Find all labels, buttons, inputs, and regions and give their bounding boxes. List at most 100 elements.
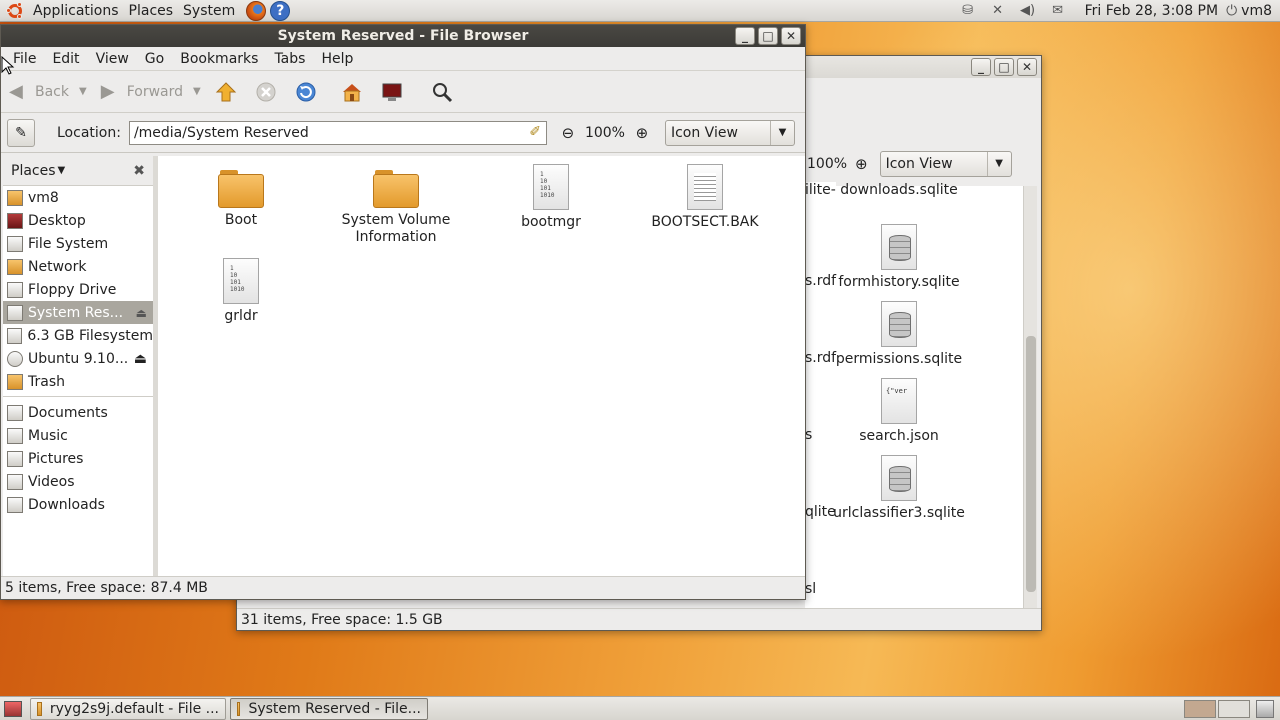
folder-icon: [237, 701, 241, 716]
zoom-level[interactable]: 100%: [585, 125, 625, 141]
sidebar-item-filesystem-6gb[interactable]: 6.3 GB Filesystem: [3, 324, 153, 347]
menu-view[interactable]: View: [88, 51, 137, 67]
scrollbar-thumb[interactable]: [1026, 336, 1036, 592]
places-sidebar: Places ▼ ✖ vm8 Desktop File System Netwo…: [3, 156, 153, 576]
stop-button[interactable]: [255, 81, 281, 103]
status-text: 5 items, Free space: 87.4 MB: [5, 580, 208, 596]
chevron-down-icon[interactable]: ▼: [58, 165, 66, 176]
sidebar-item-label: Desktop: [28, 212, 86, 229]
sidebar-item-videos[interactable]: Videos: [3, 470, 153, 493]
taskbar-item-active[interactable]: System Reserved - File...: [230, 697, 428, 720]
sidebar-item-documents[interactable]: Documents: [3, 401, 153, 424]
sidebar-item-desktop[interactable]: Desktop: [3, 209, 153, 232]
file-item-bootmgr[interactable]: 1 10 101 1010 bootmgr: [476, 164, 626, 231]
zoom-out-icon[interactable]: ⊖: [557, 122, 579, 144]
bottom-panel: ryyg2s9j.default - File ... System Reser…: [0, 696, 1280, 720]
minimize-button[interactable]: _: [971, 58, 991, 76]
search-button[interactable]: [431, 81, 457, 103]
firefox-launcher-icon[interactable]: [246, 0, 267, 21]
menu-help[interactable]: Help: [313, 51, 361, 67]
user-menu[interactable]: vm8: [1237, 3, 1280, 19]
ubuntu-logo-icon[interactable]: [6, 1, 24, 20]
downloads-folder-icon: [7, 496, 23, 513]
chevron-down-icon[interactable]: ▼: [193, 86, 201, 97]
background-scrollbar[interactable]: [1023, 186, 1037, 608]
file-item-system-volume-information[interactable]: System Volume Information: [321, 170, 471, 246]
workspace-2[interactable]: [1218, 699, 1250, 718]
background-zoom-controls: 100% ⊕ Icon View ▼: [807, 151, 1012, 177]
system-menu[interactable]: System: [178, 0, 240, 22]
minimize-button[interactable]: _: [735, 27, 755, 45]
location-input[interactable]: /media/System Reserved ✐: [128, 120, 547, 145]
background-file-view[interactable]: downloads.sqlite formhistory.sqlite perm…: [805, 182, 1025, 608]
pencil-icon[interactable]: ✎: [7, 118, 35, 147]
background-view-select[interactable]: Icon View ▼: [879, 151, 1012, 177]
places-menu[interactable]: Places: [124, 0, 179, 22]
file-label: Boot: [224, 212, 258, 228]
menu-tabs[interactable]: Tabs: [266, 51, 313, 67]
places-selector[interactable]: Places: [11, 163, 56, 179]
sidebar-item-system-reserved[interactable]: System Res... ⏏: [3, 301, 153, 324]
file-item[interactable]: {"ver search.json: [799, 378, 999, 445]
file-item-boot[interactable]: Boot: [166, 170, 316, 229]
file-browser-window[interactable]: System Reserved - File Browser _ □ ✕ Fil…: [0, 24, 806, 600]
clear-broom-icon[interactable]: ✐: [529, 123, 541, 141]
chevron-down-icon[interactable]: ▼: [79, 86, 87, 97]
sidebar-item-network[interactable]: Network: [3, 255, 153, 278]
file-item-grldr[interactable]: 1 10 101 1010 grldr: [166, 258, 316, 325]
forward-button[interactable]: ▶ Forward ▼: [101, 81, 201, 103]
menu-go[interactable]: Go: [137, 51, 172, 67]
text-file-icon: [687, 164, 723, 210]
eject-icon[interactable]: ⏏: [134, 351, 147, 367]
reload-button[interactable]: [295, 81, 321, 103]
close-button[interactable]: ✕: [1017, 58, 1037, 76]
binary-file-icon: 1 10 101 1010: [223, 258, 259, 304]
background-zoom-in-icon[interactable]: ⊕: [855, 155, 868, 173]
sidebar-item-pictures[interactable]: Pictures: [3, 447, 153, 470]
trash-applet-icon[interactable]: [1256, 699, 1274, 718]
background-status-bar: 31 items, Free space: 1.5 GB: [237, 608, 1041, 630]
back-button[interactable]: ◀ Back ▼: [9, 81, 87, 103]
sidebar-item-music[interactable]: Music: [3, 424, 153, 447]
close-button[interactable]: ✕: [781, 27, 801, 45]
sidebar-item-label: 6.3 GB Filesystem: [27, 327, 153, 344]
videos-folder-icon: [7, 473, 23, 490]
show-desktop-icon[interactable]: [4, 700, 22, 717]
help-launcher-icon[interactable]: ?: [270, 0, 291, 21]
applications-menu[interactable]: Applications: [28, 0, 124, 22]
menu-edit[interactable]: Edit: [44, 51, 87, 67]
sidebar-item-trash[interactable]: Trash: [3, 370, 153, 393]
network-manager-icon[interactable]: ⛁: [959, 3, 977, 19]
maximize-button[interactable]: □: [758, 27, 778, 45]
system-tray: ⛁ ✕ ◀) ✉ Fri Feb 28, 3:08 PM ⏻ vm8: [953, 0, 1280, 22]
up-button[interactable]: [215, 81, 241, 103]
maximize-button[interactable]: □: [994, 58, 1014, 76]
workspace-1[interactable]: [1184, 699, 1216, 718]
file-view[interactable]: Boot System Volume Information 1 10 101 …: [158, 156, 805, 576]
floppy-icon: [7, 281, 23, 298]
sidebar-item-vm8[interactable]: vm8: [3, 186, 153, 209]
home-button[interactable]: [341, 81, 367, 103]
eject-icon[interactable]: ⏏: [136, 306, 147, 320]
mail-icon[interactable]: ✉: [1049, 3, 1067, 19]
close-sidebar-icon[interactable]: ✖: [133, 163, 145, 179]
sidebar-item-file-system[interactable]: File System: [3, 232, 153, 255]
sidebar-item-label: Documents: [28, 404, 108, 421]
power-icon[interactable]: ⏻: [1226, 3, 1237, 19]
sidebar-item-label: Network: [28, 258, 87, 275]
computer-button[interactable]: [381, 81, 407, 103]
file-item-bootsect[interactable]: BOOTSECT.BAK: [630, 164, 780, 231]
sidebar-item-label: vm8: [28, 189, 59, 206]
view-select[interactable]: Icon View ▼: [664, 119, 795, 146]
volume-icon[interactable]: ◀): [1019, 3, 1037, 19]
sidebar-item-floppy[interactable]: Floppy Drive: [3, 278, 153, 301]
bluetooth-disabled-icon[interactable]: ✕: [989, 3, 1007, 19]
sidebar-item-ubuntu-cd[interactable]: Ubuntu 9.10... ⏏: [3, 347, 153, 370]
sidebar-item-downloads[interactable]: Downloads: [3, 493, 153, 516]
zoom-in-icon[interactable]: ⊕: [631, 122, 653, 144]
window-titlebar[interactable]: System Reserved - File Browser _ □ ✕: [1, 25, 805, 47]
menu-bookmarks[interactable]: Bookmarks: [172, 51, 266, 67]
clock[interactable]: Fri Feb 28, 3:08 PM: [1073, 3, 1227, 19]
partial-file-label: s: [805, 427, 813, 443]
taskbar-item[interactable]: ryyg2s9j.default - File ...: [30, 697, 226, 720]
